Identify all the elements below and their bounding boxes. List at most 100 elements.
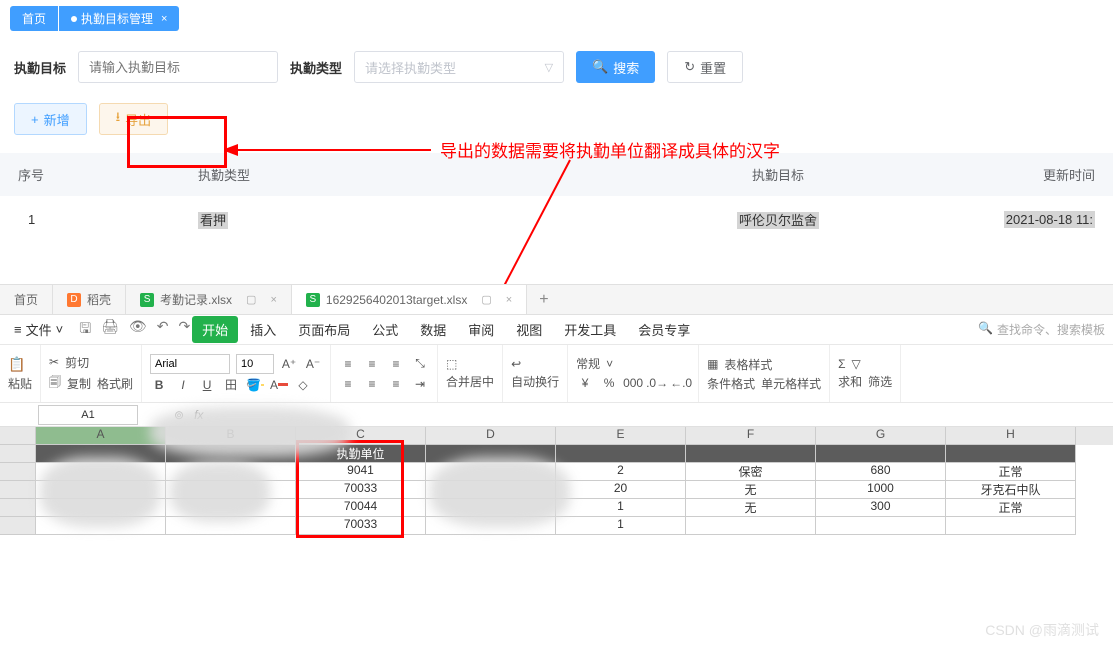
close-icon[interactable]: × — [506, 294, 512, 306]
cell[interactable]: 1 — [556, 517, 686, 535]
new-tab-button[interactable]: + — [527, 291, 560, 309]
font-size[interactable] — [236, 354, 274, 374]
row-header[interactable] — [0, 517, 36, 535]
percent-icon[interactable]: % — [600, 374, 618, 392]
cell[interactable]: 牙克石中队 — [946, 481, 1076, 499]
paste-icon[interactable]: 📋 — [8, 356, 25, 373]
cell[interactable]: 正常 — [946, 499, 1076, 517]
cell[interactable]: 9041 — [296, 463, 426, 481]
menu-dev[interactable]: 开发工具 — [554, 316, 626, 343]
wrap-label[interactable]: 自动换行 — [511, 373, 559, 390]
preview-icon[interactable]: 👁 — [129, 318, 147, 342]
filter-label[interactable]: 筛选 — [868, 373, 892, 390]
cut-icon[interactable]: ✂ — [49, 355, 59, 369]
cell[interactable] — [686, 517, 816, 535]
select-all-corner[interactable] — [0, 427, 36, 445]
menu-data[interactable]: 数据 — [410, 316, 456, 343]
export-button[interactable]: ⭳ 导出 — [99, 103, 169, 135]
font-color-icon[interactable]: A — [270, 376, 288, 394]
cellstyle-button[interactable]: 单元格样式 — [761, 375, 821, 392]
merge-label[interactable]: 合并居中 — [446, 373, 494, 390]
sum-icon[interactable]: Σ — [838, 357, 845, 371]
indent-icon[interactable]: ⇥ — [411, 375, 429, 393]
col-header[interactable]: E — [556, 427, 686, 445]
tab-menu-icon[interactable]: ▢ — [481, 293, 491, 306]
name-box[interactable]: A1 — [38, 405, 138, 425]
italic-icon[interactable]: I — [174, 376, 192, 394]
condfmt-button[interactable]: 条件格式 — [707, 375, 755, 392]
border-icon[interactable]: 田 — [222, 376, 240, 394]
cell[interactable] — [946, 517, 1076, 535]
cell[interactable]: 正常 — [946, 463, 1076, 481]
font-select[interactable] — [150, 354, 230, 374]
cell[interactable]: 无 — [686, 481, 816, 499]
cell[interactable]: 保密 — [686, 463, 816, 481]
cell[interactable]: 70044 — [296, 499, 426, 517]
col-header[interactable]: D — [426, 427, 556, 445]
cell[interactable]: 1 — [556, 499, 686, 517]
cell[interactable]: 1000 — [816, 481, 946, 499]
sheet-tab-doc3[interactable]: S 1629256402013target.xlsx ▢ × — [292, 285, 527, 314]
comma-icon[interactable]: 000 — [624, 374, 642, 392]
decrease-font-icon[interactable]: A⁻ — [304, 355, 322, 373]
sheet-tab-doc2[interactable]: S 考勤记录.xlsx ▢ × — [126, 285, 292, 314]
col-header[interactable]: G — [816, 427, 946, 445]
cell[interactable]: 无 — [686, 499, 816, 517]
sheet-tab-home[interactable]: 首页 — [0, 285, 53, 314]
tab-duty-target[interactable]: 执勤目标管理 × — [59, 6, 179, 31]
row-header[interactable] — [0, 445, 36, 463]
print-icon[interactable]: 🖨 — [101, 318, 119, 342]
row-header[interactable] — [0, 481, 36, 499]
command-search[interactable]: 🔍 查找命令、搜索模板 — [978, 321, 1105, 338]
cell[interactable]: 70033 — [296, 517, 426, 535]
table-row[interactable]: 1 看押 呼伦贝尔监舍 2021-08-18 11: — [0, 196, 1113, 243]
redo-icon[interactable]: ↷ — [178, 318, 190, 342]
menu-review[interactable]: 审阅 — [458, 316, 504, 343]
duty-type-select[interactable]: 请选择执勤类型 ▽ — [354, 51, 564, 83]
merge-icon[interactable]: ⬚ — [446, 357, 457, 371]
cell[interactable]: 2 — [556, 463, 686, 481]
col-header[interactable]: A — [36, 427, 166, 445]
align-mid-icon[interactable]: ≡ — [363, 355, 381, 373]
dec-dec-icon[interactable]: ←.0 — [672, 374, 690, 392]
row-header[interactable] — [0, 499, 36, 517]
col-header[interactable]: F — [686, 427, 816, 445]
menu-insert[interactable]: 插入 — [240, 316, 286, 343]
undo-icon[interactable]: ↶ — [157, 318, 169, 342]
menu-file[interactable]: ≡ 文件 ˅ — [8, 320, 69, 339]
align-top-icon[interactable]: ≡ — [339, 355, 357, 373]
tab-menu-icon[interactable]: ▢ — [246, 293, 256, 306]
orient-icon[interactable]: ⤡ — [411, 355, 429, 373]
cell[interactable] — [816, 445, 946, 463]
menu-formula[interactable]: 公式 — [362, 316, 408, 343]
currency-icon[interactable]: ¥ — [576, 374, 594, 392]
sum-label[interactable]: 求和 — [838, 373, 862, 390]
reset-button[interactable]: ↻ 重置 — [667, 51, 743, 83]
condfmt-icon[interactable]: ▦ — [707, 357, 718, 371]
bold-icon[interactable]: B — [150, 376, 168, 394]
clear-format-icon[interactable]: ◇ — [294, 376, 312, 394]
dec-inc-icon[interactable]: .0→ — [648, 374, 666, 392]
sheet-tab-doc1[interactable]: D 稻壳 — [53, 285, 126, 314]
cell[interactable]: 680 — [816, 463, 946, 481]
menu-layout[interactable]: 页面布局 — [288, 316, 360, 343]
cell[interactable] — [686, 445, 816, 463]
fill-color-icon[interactable]: 🪣 — [246, 376, 264, 394]
cell[interactable]: 300 — [816, 499, 946, 517]
duty-target-input[interactable] — [78, 51, 278, 83]
copy-icon[interactable]: 🗐 — [49, 373, 61, 394]
cell[interactable]: 70033 — [296, 481, 426, 499]
cell[interactable] — [946, 445, 1076, 463]
menu-start[interactable]: 开始 — [192, 316, 238, 343]
cell[interactable] — [816, 517, 946, 535]
align-right-icon[interactable]: ≡ — [387, 375, 405, 393]
cell[interactable]: 20 — [556, 481, 686, 499]
row-header[interactable] — [0, 463, 36, 481]
add-button[interactable]: + 新增 — [14, 103, 87, 135]
wrap-icon[interactable]: ↩ — [511, 357, 521, 371]
brush-button[interactable]: 格式刷 — [97, 375, 133, 392]
underline-icon[interactable]: U — [198, 376, 216, 394]
numfmt-select[interactable]: 常规 — [576, 355, 600, 372]
close-icon[interactable]: × — [161, 13, 167, 25]
align-bot-icon[interactable]: ≡ — [387, 355, 405, 373]
